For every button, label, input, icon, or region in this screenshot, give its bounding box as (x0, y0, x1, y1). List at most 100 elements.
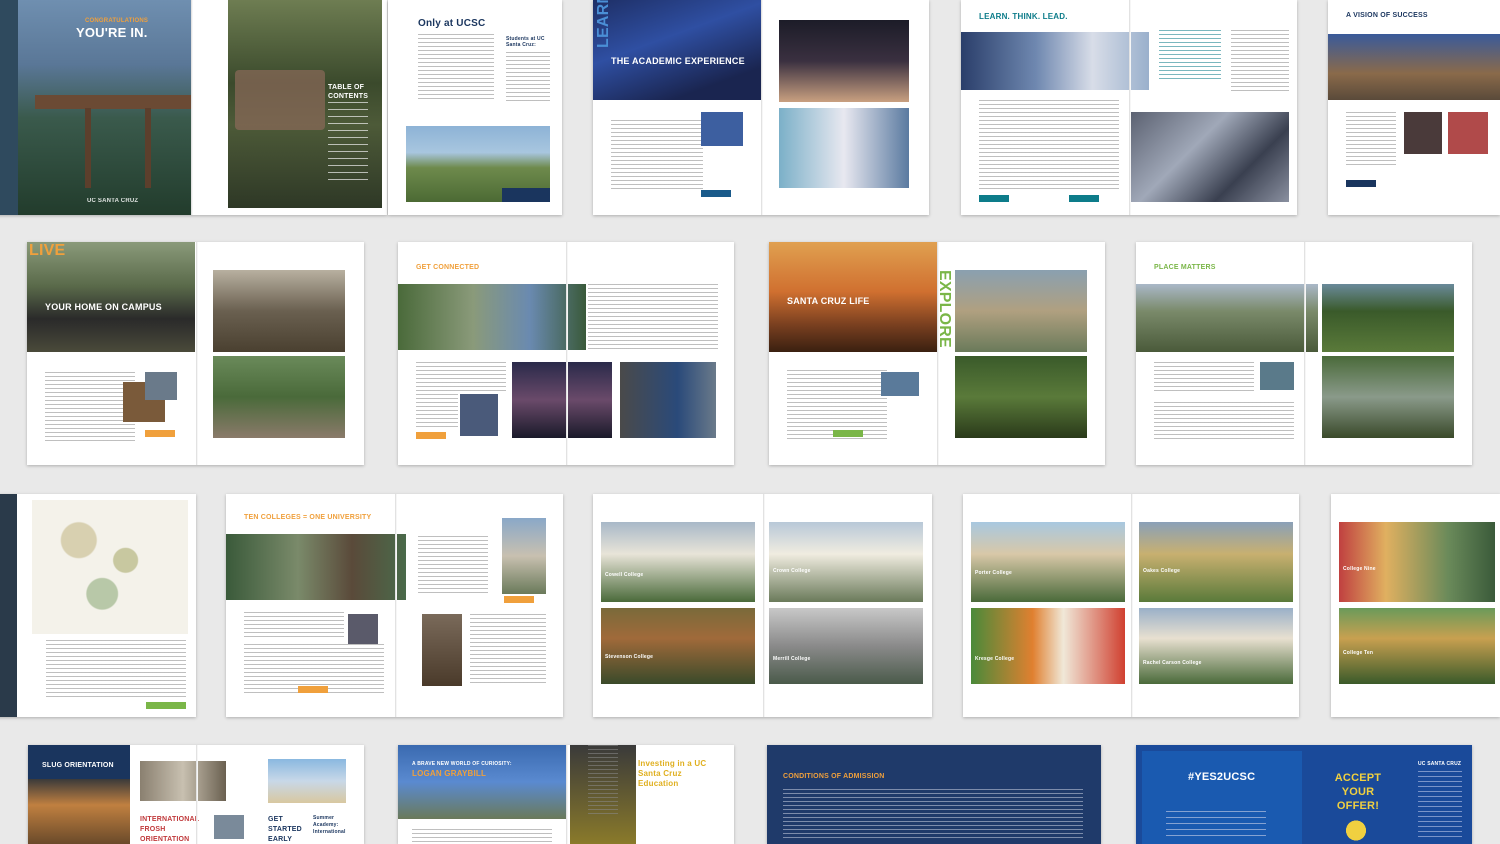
caption-box (502, 188, 550, 202)
beach-photo (268, 759, 346, 803)
contact-text (1418, 771, 1462, 839)
spine (1304, 242, 1306, 465)
spread-title: LEARN. THINK. LEAD. (979, 12, 1068, 21)
college-nine-label: College Nine (1343, 566, 1376, 572)
learn-more-button[interactable] (833, 430, 863, 437)
spine (937, 242, 939, 465)
spread-home: LIVE YOUR HOME ON CAMPUS (27, 242, 364, 465)
students-walking-photo (226, 534, 406, 600)
logo: UC SANTA CRUZ (1418, 761, 1462, 767)
kicker: A BRAVE NEW WORLD OF CURIOSITY: (412, 761, 512, 767)
spread-title: TEN COLLEGES = ONE UNIVERSITY (244, 514, 372, 521)
rcc-photo (1139, 608, 1293, 684)
performance-photo (512, 362, 612, 438)
learn-more-button[interactable] (416, 432, 446, 439)
small-photo (348, 614, 378, 644)
spread-connected: GET CONNECTED (398, 242, 734, 465)
lab-equipment-photo (1129, 112, 1289, 202)
body-text (588, 745, 618, 815)
spread-academic: LEARN THE ACADEMIC EXPERIENCE (593, 0, 929, 215)
vertical-word: LIVE (29, 242, 66, 259)
stevenson-label: Stevenson College (605, 654, 654, 660)
spread-title: YOUR HOME ON CAMPUS (45, 302, 162, 312)
spread-title: SANTA CRUZ LIFE (787, 296, 870, 306)
spread-only-ucsc: Only at UCSC Students at UC Santa Cruz: (388, 0, 562, 215)
edge-photo (0, 494, 17, 717)
hero-photo (961, 32, 1149, 90)
banana-slug-mascot (1344, 817, 1368, 844)
steps-text (1166, 811, 1266, 839)
body-text (416, 362, 506, 392)
spine (196, 745, 198, 844)
hall-photo (28, 779, 130, 844)
learn-more-button-2[interactable] (1069, 195, 1099, 202)
college-ten-label: College Ten (1343, 650, 1374, 656)
oakes-photo (1139, 522, 1293, 602)
forest-trail-photo (955, 356, 1087, 438)
cover-title: YOU'RE IN. (76, 25, 148, 40)
street-photo (955, 270, 1087, 352)
spread-place: PLACE MATTERS (1136, 242, 1472, 465)
learn-more-button-2[interactable] (504, 596, 534, 603)
spine (394, 494, 397, 717)
spread-accept: #YES2UCSC ACCEPT YOUR OFFER! UC SANTA CR… (1136, 745, 1472, 844)
portrait-photo (398, 745, 566, 819)
map-legend (46, 640, 186, 700)
quote-photo (620, 362, 716, 438)
quote-text (1159, 30, 1221, 80)
learn-more-button[interactable] (701, 190, 731, 197)
graduates-photo (779, 20, 909, 102)
research-photo (779, 108, 909, 188)
body-text (1346, 112, 1396, 166)
rcc-label: Rachel Carson College (1143, 660, 1202, 666)
small-photo (460, 394, 498, 436)
spread-title: THE ACADEMIC EXPERIENCE (611, 56, 745, 66)
body-columns (45, 372, 135, 442)
spread-learn-think: LEARN. THINK. LEAD. (961, 0, 1297, 215)
learn-more-button[interactable] (1346, 180, 1376, 187)
conditions-text (783, 789, 1083, 839)
spread-colleges-2: Porter College Kresge College Oakes Coll… (963, 494, 1299, 717)
outdoor-photo (398, 284, 586, 350)
college-ten-photo (1339, 608, 1495, 684)
learn-more-button[interactable] (298, 686, 328, 693)
sidebar-text (506, 52, 550, 102)
body-text (418, 34, 494, 102)
campus-map (32, 500, 188, 634)
building-photo (502, 518, 546, 594)
porter-photo (971, 522, 1125, 602)
class-photo (140, 761, 226, 801)
students-group (235, 70, 325, 130)
kresge-label: Kresge College (975, 656, 1015, 662)
spread-sc-life: SANTA CRUZ LIFE EXPLORE (769, 242, 1105, 465)
portrait-photo (1404, 112, 1442, 154)
housing-text (418, 536, 488, 596)
body-text (1154, 362, 1254, 392)
spread-youre-in: CONGRATULATIONS YOU'RE IN. UC SANTA CRUZ… (0, 0, 387, 215)
spread-colleges-1: Cowell College Stevenson College Crown C… (593, 494, 932, 717)
cover-logo: UC SANTA CRUZ (87, 198, 139, 204)
small-photo (881, 372, 919, 396)
dining-photo (422, 614, 462, 686)
cowell-label: Cowell College (605, 572, 644, 578)
oakes-label: Oakes College (1143, 568, 1181, 574)
crown-photo (769, 522, 923, 602)
intl-title: INTERNATIONAL FROSH ORIENTATION (140, 816, 200, 843)
invest-title: Investing in a UC Santa Cruz Education (638, 759, 707, 788)
spine (566, 745, 568, 844)
map-button[interactable] (146, 702, 186, 709)
learn-more-button[interactable] (145, 430, 175, 437)
learn-more-button[interactable] (979, 195, 1009, 202)
spine (1129, 0, 1131, 215)
summer-title: Summer Academy: International (313, 815, 346, 835)
small-photo (214, 815, 244, 839)
body-columns (979, 100, 1119, 192)
kresge-photo (971, 608, 1125, 684)
body-text (412, 829, 552, 844)
body-columns (1154, 402, 1294, 442)
quad-photo (1322, 356, 1454, 438)
accept-title[interactable]: ACCEPT YOUR OFFER! (1328, 771, 1388, 813)
spread-title: SLUG ORIENTATION (42, 762, 114, 769)
spine (762, 494, 765, 717)
merrill-photo (769, 608, 923, 684)
